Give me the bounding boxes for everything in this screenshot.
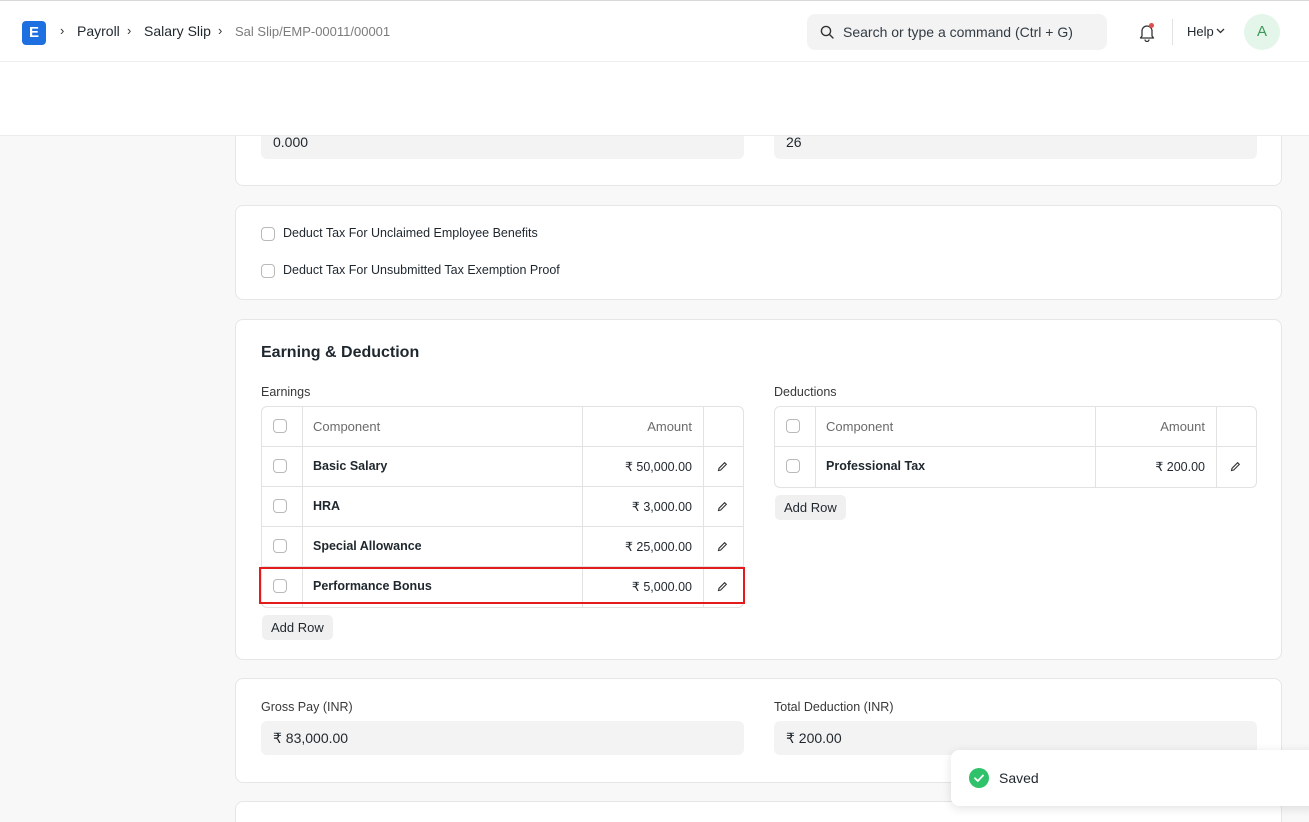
chevron-right-icon: › xyxy=(127,23,132,38)
chevron-right-icon: › xyxy=(60,23,65,38)
table-row[interactable]: Special Allowance ₹ 25,000.00 xyxy=(262,527,743,567)
breadcrumb-payroll[interactable]: Payroll xyxy=(77,23,120,39)
edit-icon[interactable] xyxy=(717,581,728,592)
page-title: Monthly_test_employee@salary.com xyxy=(49,87,399,109)
numeric-field-right[interactable]: 26 xyxy=(774,125,1257,159)
earnings-table: Component Amount Basic Salary ₹ 50,000.0… xyxy=(261,406,744,608)
table-header-row: Component Amount xyxy=(262,407,743,447)
component-name[interactable]: HRA xyxy=(313,499,340,513)
edit-icon[interactable] xyxy=(717,541,728,552)
status-badge: Draft xyxy=(418,88,473,110)
breadcrumb-current: Sal Slip/EMP-00011/00001 xyxy=(235,24,391,39)
search-icon xyxy=(820,25,834,39)
component-name[interactable]: Special Allowance xyxy=(313,539,422,553)
table-row[interactable]: HRA ₹ 3,000.00 xyxy=(262,487,743,527)
toast-notification: Saved xyxy=(951,750,1309,806)
chevron-left-icon xyxy=(1077,93,1085,105)
hamburger-menu-icon[interactable] xyxy=(23,92,39,104)
section-title: Earning & Deduction xyxy=(261,344,420,361)
toast-message: Saved xyxy=(999,770,1039,786)
earnings-add-row-button[interactable]: Add Row xyxy=(262,615,333,640)
navbar: E › Payroll › Salary Slip › Sal Slip/EMP… xyxy=(0,0,1309,62)
column-header-amount: Amount xyxy=(647,419,692,434)
label-unclaimed-benefits: Deduct Tax For Unclaimed Employee Benefi… xyxy=(283,226,538,240)
earning-deduction-card: Earning & Deduction Earnings Component A… xyxy=(235,319,1282,660)
divider xyxy=(1172,19,1173,45)
component-name[interactable]: Performance Bonus xyxy=(313,579,432,593)
help-menu[interactable]: Help xyxy=(1187,24,1214,39)
select-all-checkbox[interactable] xyxy=(786,419,800,433)
checkbox-unsubmitted-proof[interactable] xyxy=(261,264,275,278)
edit-icon[interactable] xyxy=(717,501,728,512)
component-name[interactable]: Professional Tax xyxy=(826,459,925,473)
component-amount[interactable]: ₹ 50,000.00 xyxy=(592,459,692,474)
gross-pay-field[interactable]: ₹ 83,000.00 xyxy=(261,721,744,755)
column-header-component: Component xyxy=(313,419,381,434)
search-placeholder: Search or type a command (Ctrl + G) xyxy=(843,24,1073,40)
total-deduction-label: Total Deduction (INR) xyxy=(774,700,894,714)
row-checkbox[interactable] xyxy=(786,459,800,473)
edit-icon[interactable] xyxy=(717,461,728,472)
table-row[interactable]: Performance Bonus ₹ 5,000.00 xyxy=(262,567,743,607)
deductions-table: Component Amount Professional Tax ₹ 200.… xyxy=(774,406,1257,488)
details-card: 0.000 26 xyxy=(235,110,1282,186)
deductions-label: Deductions xyxy=(774,385,837,399)
row-checkbox[interactable] xyxy=(273,579,287,593)
chevron-down-icon xyxy=(1216,28,1225,34)
table-row[interactable]: Professional Tax ₹ 200.00 xyxy=(775,447,1256,487)
component-amount[interactable]: ₹ 25,000.00 xyxy=(592,539,692,554)
chevron-right-icon: › xyxy=(218,23,223,38)
printer-icon xyxy=(1146,92,1160,106)
earnings-label: Earnings xyxy=(261,385,311,399)
table-row[interactable]: Basic Salary ₹ 50,000.00 xyxy=(262,447,743,487)
chevron-right-icon xyxy=(1113,93,1121,105)
checkbox-unclaimed-benefits[interactable] xyxy=(261,227,275,241)
row-checkbox[interactable] xyxy=(273,499,287,513)
ellipsis-icon xyxy=(1183,97,1195,101)
notification-dot xyxy=(1149,23,1154,28)
breadcrumb-salary-slip[interactable]: Salary Slip xyxy=(144,23,211,39)
success-check-icon xyxy=(969,768,989,788)
numeric-field-left[interactable]: 0.000 xyxy=(261,125,744,159)
column-header-component: Component xyxy=(826,419,894,434)
avatar[interactable]: A xyxy=(1244,14,1280,50)
component-amount[interactable]: ₹ 5,000.00 xyxy=(592,579,692,594)
component-amount[interactable]: ₹ 200.00 xyxy=(1105,459,1205,474)
deductions-add-row-button[interactable]: Add Row xyxy=(775,495,846,520)
component-name[interactable]: Basic Salary xyxy=(313,459,387,473)
gross-pay-label: Gross Pay (INR) xyxy=(261,700,353,714)
search-bar[interactable]: Search or type a command (Ctrl + G) xyxy=(807,14,1107,50)
label-unsubmitted-proof: Deduct Tax For Unsubmitted Tax Exemption… xyxy=(283,263,560,277)
component-amount[interactable]: ₹ 3,000.00 xyxy=(592,499,692,514)
table-header-row: Component Amount xyxy=(775,407,1256,447)
column-header-amount: Amount xyxy=(1160,419,1205,434)
tax-options-card: Deduct Tax For Unclaimed Employee Benefi… xyxy=(235,205,1282,300)
submit-button[interactable]: Submit xyxy=(1211,84,1281,113)
app-logo[interactable]: E xyxy=(22,21,46,45)
row-checkbox[interactable] xyxy=(273,459,287,473)
select-all-checkbox[interactable] xyxy=(273,419,287,433)
row-checkbox[interactable] xyxy=(273,539,287,553)
edit-icon[interactable] xyxy=(1230,461,1241,472)
